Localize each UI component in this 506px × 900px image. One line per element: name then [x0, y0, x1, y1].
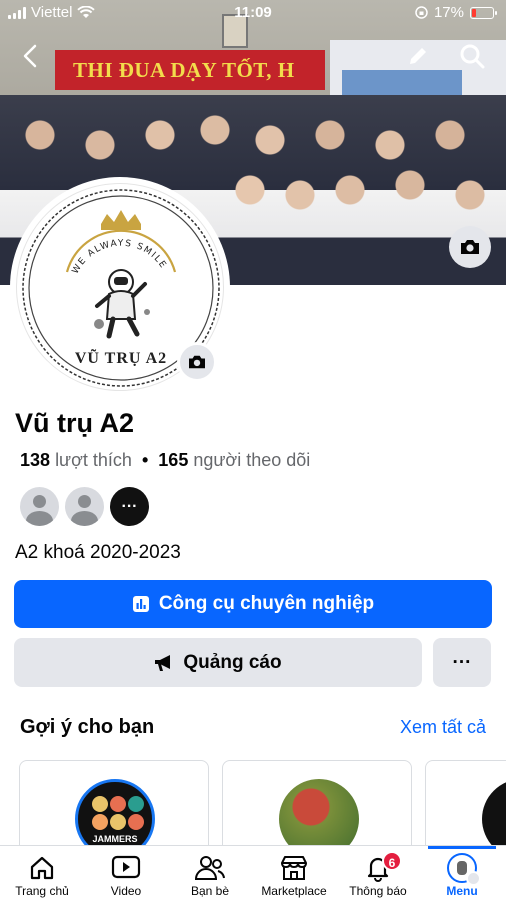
tab-menu[interactable]: Menu [420, 846, 504, 900]
followers-count: 165 [158, 450, 189, 470]
notification-badge: 6 [382, 851, 402, 871]
video-icon [110, 853, 142, 883]
edit-button[interactable] [400, 38, 436, 74]
megaphone-icon [155, 654, 171, 671]
back-button[interactable] [12, 38, 48, 74]
more-options-button[interactable]: ··· [433, 638, 491, 687]
home-icon [26, 853, 58, 883]
professional-tools-label: Công cụ chuyên nghiệp [158, 593, 375, 614]
stats-separator: • [141, 450, 149, 470]
battery-icon [470, 6, 497, 19]
follower-avatars[interactable]: ··· [20, 487, 149, 526]
tab-marketplace[interactable]: Marketplace [252, 846, 336, 900]
search-button[interactable] [454, 38, 490, 74]
search-icon [460, 44, 485, 69]
avatar-camera-button[interactable] [177, 342, 217, 382]
cover-camera-button[interactable] [449, 226, 491, 268]
tab-friends[interactable]: Bạn bè [168, 846, 252, 900]
orientation-lock-icon [415, 6, 428, 19]
tab-label: Marketplace [261, 884, 327, 898]
see-all-link[interactable]: Xem tất cả [400, 717, 486, 738]
page-stats: 138 lượt thích • 165 người theo dõi [20, 450, 310, 471]
camera-icon [189, 355, 205, 369]
menu-avatar-icon [446, 853, 481, 886]
tab-video[interactable]: Video [84, 846, 168, 900]
more-followers-button[interactable]: ··· [110, 487, 149, 526]
advertise-label: Quảng cáo [183, 651, 282, 673]
tab-label: Trang chủ [15, 884, 69, 898]
dashboard-icon [132, 596, 149, 612]
suggestion-logo-text: JAMMERS [92, 834, 138, 844]
advertise-button[interactable]: Quảng cáo [14, 638, 422, 687]
status-bar: Viettel 11:09 17% [0, 0, 506, 26]
suggestions-title: Gợi ý cho bạn [20, 716, 155, 738]
tab-home[interactable]: Trang chủ [0, 846, 84, 900]
camera-icon [461, 240, 479, 254]
tab-label: Video [110, 884, 142, 898]
follower-avatar[interactable] [20, 487, 59, 526]
tab-label: Menu [446, 884, 478, 898]
pencil-icon [410, 48, 426, 64]
bottom-nav: Trang chủ Video Bạn bè Marketplace 6 Thô… [0, 845, 506, 900]
friends-icon [194, 853, 226, 883]
follower-avatar[interactable] [65, 487, 104, 526]
followers-label: người theo dõi [193, 450, 311, 470]
chevron-left-icon [23, 44, 37, 68]
more-icon: ··· [452, 651, 472, 673]
likes-label: lượt thích [55, 450, 132, 470]
battery-percent: 17% [433, 4, 464, 21]
cover-banner: THI ĐUA DẠY TỐT, H [55, 50, 325, 90]
professional-tools-button[interactable]: Công cụ chuyên nghiệp [14, 580, 492, 628]
likes-count: 138 [20, 450, 51, 470]
marketplace-icon [278, 853, 310, 883]
tab-notifications[interactable]: 6 Thông báo [336, 846, 420, 900]
tab-label: Bạn bè [190, 884, 230, 898]
page-bio: A2 khoá 2020-2023 [15, 542, 181, 563]
tab-label: Thông báo [349, 884, 407, 898]
page-name: Vũ trụ A2 [15, 408, 135, 438]
